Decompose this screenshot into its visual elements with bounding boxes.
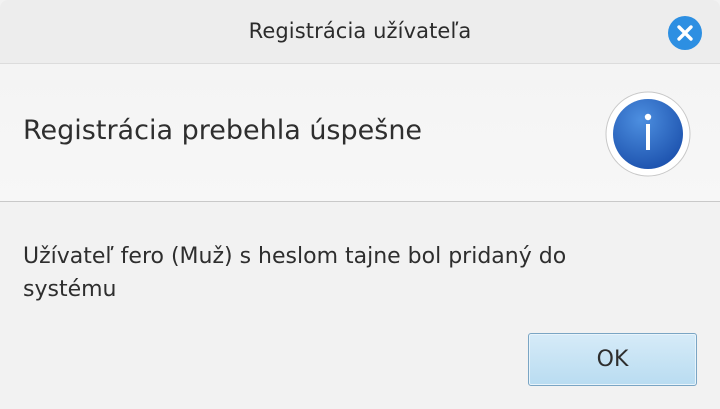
title-bar[interactable]: Registrácia užívateľa (0, 0, 720, 64)
window-title: Registrácia užívateľa (248, 19, 472, 43)
info-icon (605, 91, 691, 177)
dialog-header: Registrácia prebehla úspešne (0, 64, 720, 202)
ok-button[interactable]: OK (528, 333, 697, 386)
close-icon (677, 25, 693, 41)
dialog-window: Registrácia užívateľa Registrácia prebeh… (0, 0, 720, 409)
close-button[interactable] (668, 16, 702, 50)
header-text: Registrácia prebehla úspešne (23, 115, 423, 146)
message-text: Užívateľ fero (Muž) s heslom tajne bol p… (23, 244, 567, 302)
